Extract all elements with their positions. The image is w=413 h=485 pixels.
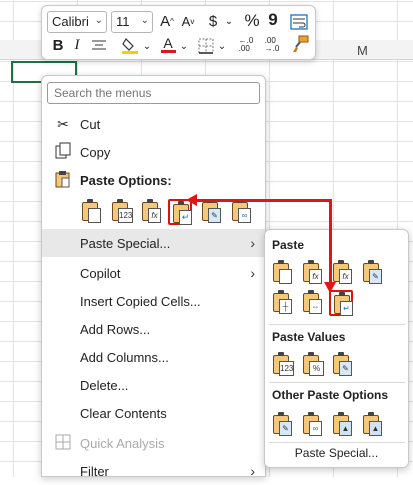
quick-analysis-icon xyxy=(53,434,73,453)
fill-color-icon[interactable] xyxy=(120,35,140,55)
divider xyxy=(269,382,405,383)
italic-icon[interactable]: I xyxy=(70,35,84,55)
menu-item-clear-contents[interactable]: Clear Contents xyxy=(42,399,265,427)
chevron-down-icon: ⌄ xyxy=(94,15,103,26)
menu-item-copy[interactable]: Copy xyxy=(42,138,265,166)
scissors-icon: ✂ xyxy=(57,115,69,132)
no-borders-icon[interactable]: ┼ xyxy=(270,290,294,316)
chevron-down-icon[interactable]: ⌄ xyxy=(142,36,152,56)
wrap-text-icon[interactable] xyxy=(290,12,308,32)
paste-values-icon[interactable]: 123 xyxy=(270,352,294,378)
paste-options-header: Paste Options: xyxy=(42,166,265,194)
chevron-down-icon: ⌄ xyxy=(140,15,149,26)
paste-section-header: Paste xyxy=(272,238,305,252)
font-name-dropdown[interactable]: Calibri ⌄ xyxy=(47,11,107,33)
paste-icon[interactable] xyxy=(79,199,103,225)
values-source-formatting-icon[interactable]: ✎ xyxy=(330,352,354,378)
menu-item-quick-analysis: Quick Analysis xyxy=(42,429,265,457)
paste-link-icon[interactable]: ∞ xyxy=(229,199,253,225)
transpose-icon[interactable]: ↵ xyxy=(329,290,353,316)
values-number-format-icon[interactable]: % xyxy=(300,352,324,378)
font-color-icon[interactable]: A xyxy=(159,34,177,54)
chevron-right-icon: › xyxy=(250,235,255,251)
column-header-m[interactable]: M xyxy=(357,43,368,58)
search-menus-input[interactable] xyxy=(47,82,260,104)
decrease-decimal-icon[interactable]: .00 →.0 xyxy=(260,35,284,55)
menu-item-copilot[interactable]: Copilot › xyxy=(42,259,265,287)
paste-formulas-icon[interactable]: fx xyxy=(139,199,163,225)
align-center-icon[interactable] xyxy=(90,36,108,56)
shrink-font-icon[interactable]: Av xyxy=(179,11,197,31)
menu-item-delete[interactable]: Delete... xyxy=(42,371,265,399)
bold-icon[interactable]: B xyxy=(50,35,66,55)
increase-decimal-icon[interactable]: ←.0 .00 xyxy=(234,35,258,55)
chevron-right-icon: › xyxy=(250,265,255,281)
font-name-value: Calibri xyxy=(52,14,89,29)
paste-values-icon[interactable]: 123 xyxy=(109,199,133,225)
menu-item-cut[interactable]: ✂ Cut xyxy=(42,110,265,138)
paste-values-header: Paste Values xyxy=(272,330,346,344)
menu-item-filter[interactable]: Filter › xyxy=(42,457,265,485)
linked-picture-icon[interactable]: ▲ xyxy=(360,412,384,438)
menu-item-add-rows[interactable]: Add Rows... xyxy=(42,315,265,343)
chevron-down-icon[interactable]: ⌄ xyxy=(217,36,227,56)
accounting-format-icon[interactable]: $ xyxy=(204,11,222,31)
picture-icon[interactable]: ▲ xyxy=(330,412,354,438)
font-size-dropdown[interactable]: 11 ⌄ xyxy=(111,11,153,33)
menu-item-insert-copied-cells[interactable]: Insert Copied Cells... xyxy=(42,287,265,315)
format-painter-icon[interactable] xyxy=(290,34,310,54)
borders-icon[interactable] xyxy=(197,36,215,56)
paste-special-submenu: Paste fx fx ✎ ┼ ⇔ ↵ Paste Values 123 % ✎… xyxy=(264,229,409,468)
divider xyxy=(269,324,405,325)
paste-icon[interactable] xyxy=(270,260,294,286)
paste-formatting-icon[interactable]: ✎ xyxy=(199,199,223,225)
clipboard-icon xyxy=(53,170,73,191)
chevron-down-icon[interactable]: ⌄ xyxy=(224,11,234,31)
comma-style-icon[interactable]: 9 xyxy=(266,10,280,30)
keep-source-formatting-icon[interactable]: ✎ xyxy=(360,260,384,286)
keep-column-widths-icon[interactable]: ⇔ xyxy=(300,290,324,316)
formatting-icon[interactable]: ✎ xyxy=(270,412,294,438)
chevron-down-icon[interactable]: ⌄ xyxy=(179,36,189,56)
grow-font-icon[interactable]: A ^ xyxy=(158,11,176,31)
paste-link-icon[interactable]: ∞ xyxy=(300,412,324,438)
copy-icon xyxy=(53,142,73,163)
font-size-value: 11 xyxy=(116,14,130,29)
menu-item-paste-special[interactable]: Paste Special... › xyxy=(42,229,265,257)
paste-special-dialog-link[interactable]: Paste Special... xyxy=(265,446,408,460)
percent-icon[interactable]: % xyxy=(242,11,262,31)
mini-toolbar: Calibri ⌄ 11 ⌄ A ^ Av $ ⌄ % 9 B I ⌄ A ⌄ ⌄… xyxy=(41,5,316,60)
divider xyxy=(269,442,405,443)
paste-formulas-icon[interactable]: fx xyxy=(300,260,324,286)
context-menu: ✂ Cut Copy Paste Options: 123 fx ↵ ✎ ∞ P… xyxy=(41,75,266,479)
menu-item-add-columns[interactable]: Add Columns... xyxy=(42,343,265,371)
other-paste-options-header: Other Paste Options xyxy=(272,388,389,402)
